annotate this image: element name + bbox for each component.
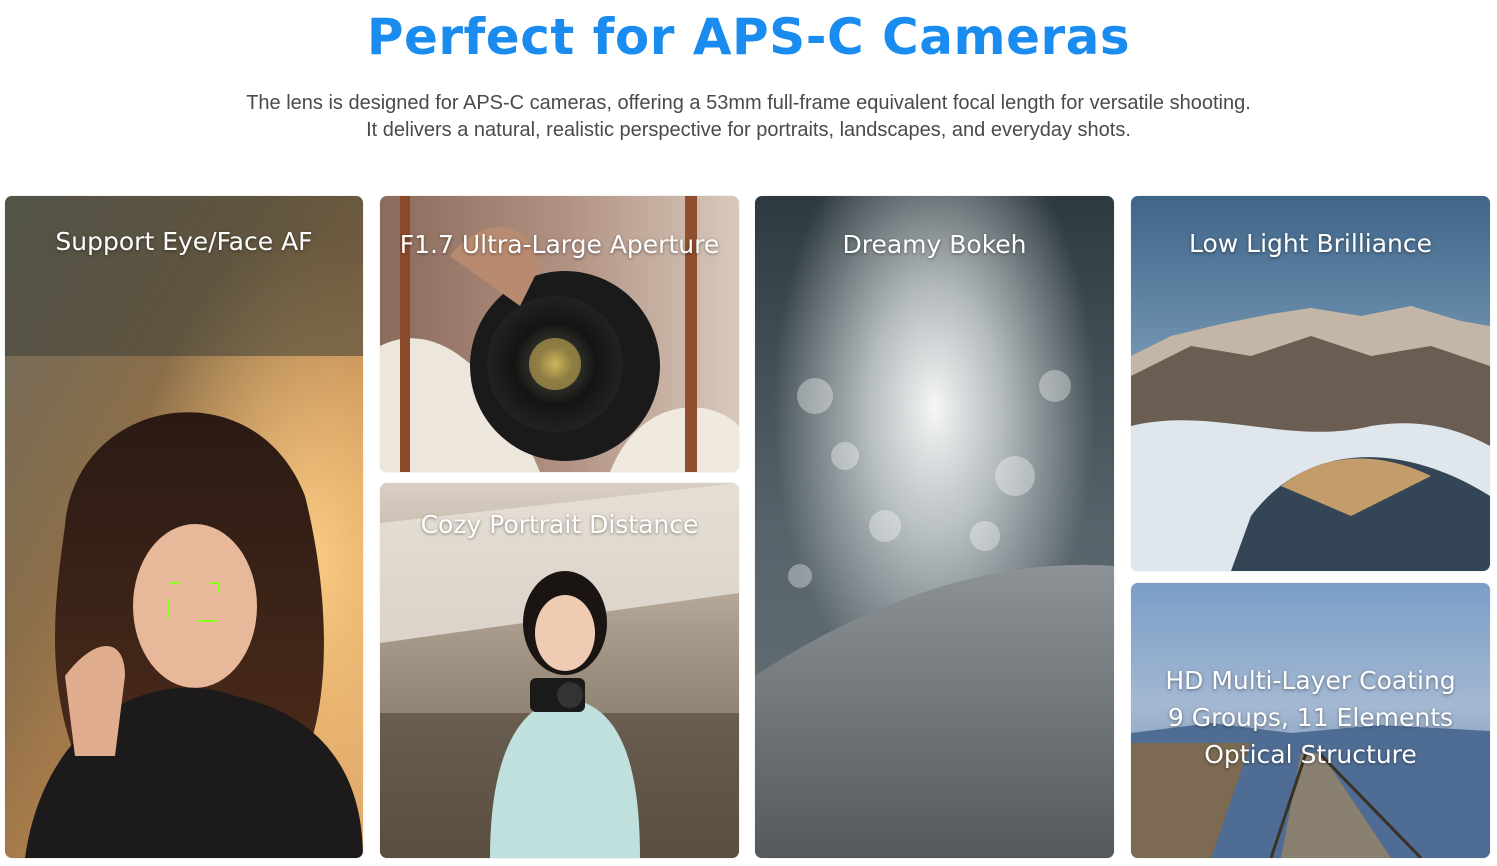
feature-label-coating: HD Multi-Layer Coating 9 Groups, 11 Elem… [1131, 662, 1490, 773]
feature-card-portrait-distance: Cozy Portrait Distance [380, 483, 739, 858]
coating-line-1: HD Multi-Layer Coating [1165, 666, 1456, 695]
feature-card-coating: HD Multi-Layer Coating 9 Groups, 11 Elem… [1131, 583, 1490, 858]
feature-label-eye-af: Support Eye/Face AF [55, 227, 313, 256]
feature-card-aperture: F1.7 Ultra-Large Aperture [380, 196, 739, 472]
feature-label-low-light: Low Light Brilliance [1188, 229, 1433, 258]
portrait-woman-photo [5, 196, 363, 858]
feature-label-aperture: F1.7 Ultra-Large Aperture [399, 230, 720, 259]
snow-bokeh-photo [755, 196, 1114, 858]
description-line-1: The lens is designed for APS-C cameras, … [246, 92, 1251, 114]
feature-label-portrait-distance: Cozy Portrait Distance [420, 510, 699, 539]
feature-card-bokeh: Dreamy Bokeh [755, 196, 1114, 858]
coating-line-2: 9 Groups, 11 Elements [1167, 703, 1454, 732]
page-description: The lens is designed for APS-C cameras, … [0, 90, 1497, 144]
feature-label-bokeh: Dreamy Bokeh [842, 230, 1027, 259]
feature-card-eye-af: Support Eye/Face AF [5, 196, 363, 858]
coating-line-3: Optical Structure [1204, 740, 1417, 769]
page-title: Perfect for APS-C Cameras [366, 8, 1131, 66]
description-line-2: It delivers a natural, realistic perspec… [366, 119, 1131, 141]
product-feature-page: Perfect for APS-C Cameras The lens is de… [0, 0, 1497, 866]
feature-card-low-light: Low Light Brilliance [1131, 196, 1490, 571]
